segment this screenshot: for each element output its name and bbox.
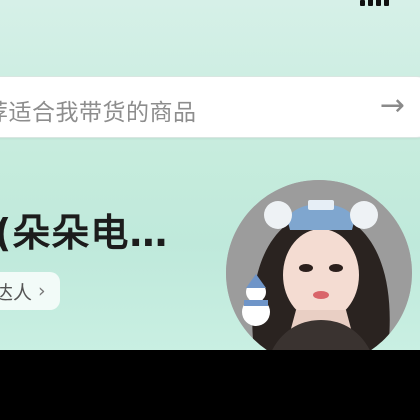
app-screen: 67 荐适合我带货的商品 → (朵朵电… 达人 ›	[0, 0, 420, 350]
profile-name: (朵朵电…	[0, 211, 169, 255]
arrow-right-icon[interactable]: →	[380, 91, 405, 121]
search-bar[interactable]: 荐适合我带货的商品 →	[0, 76, 420, 138]
chevron-right-icon: ›	[38, 280, 46, 302]
search-input[interactable]: 荐适合我带货的商品	[0, 93, 197, 127]
status-bar: 67	[260, 0, 420, 12]
profile-avatar[interactable]	[226, 180, 412, 350]
creator-tag[interactable]: 达人 ›	[0, 272, 60, 310]
avatar-image	[226, 180, 412, 350]
creator-tag-label: 达人	[0, 281, 33, 304]
signal-icon	[360, 0, 389, 6]
